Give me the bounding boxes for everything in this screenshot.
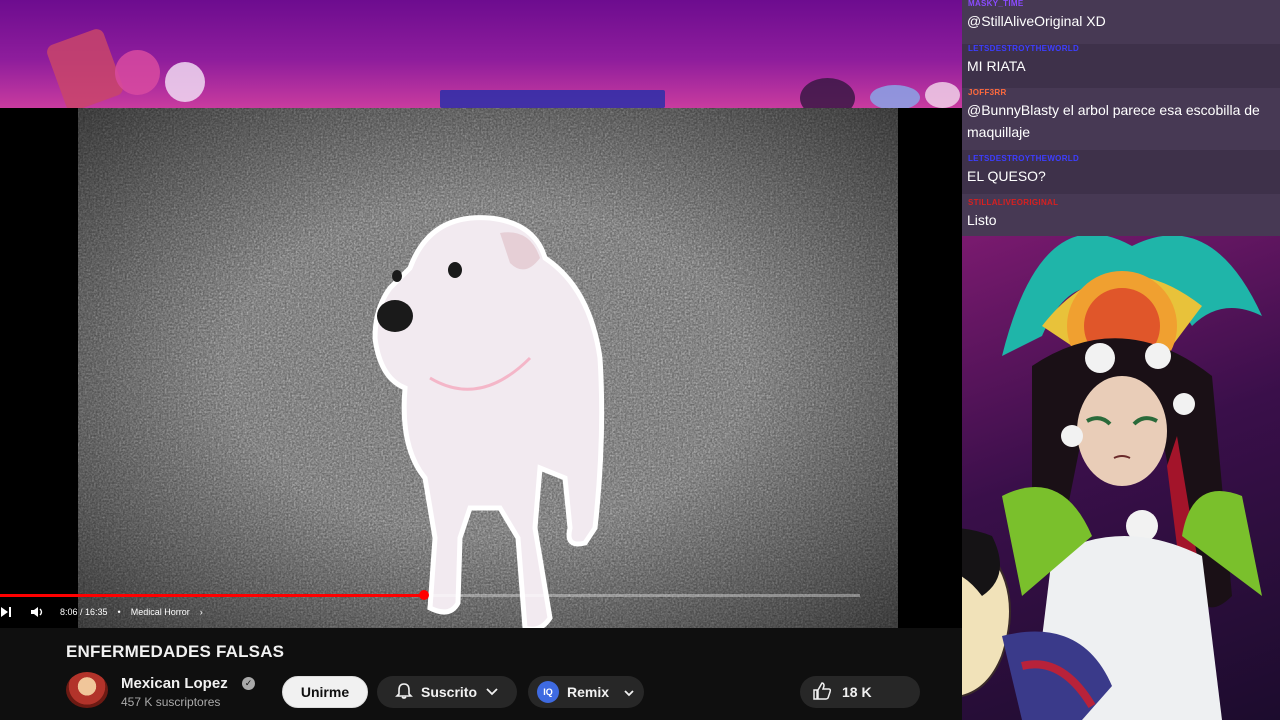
decor-shape [870,85,920,108]
join-button[interactable]: Unirme [282,676,368,708]
chat-message-text: MI RIATA [967,58,1026,74]
player-controls: 8:06 / 16:35 • Medical Horror › [0,603,203,621]
remix-label: Remix [566,684,610,700]
like-button[interactable]: 18 K [800,676,920,708]
remix-icon: IQ [536,681,559,703]
time-display: 8:06 / 16:35 [60,607,108,617]
chat-message: LETSDESTROYTHEWORLD MI RIATA [962,44,1280,88]
chapter-title[interactable]: Medical Horror [131,607,190,617]
bell-icon [395,682,413,703]
play-icon[interactable] [0,606,12,618]
subscriber-count: 457 K suscriptores [121,695,221,709]
chevron-down-icon [485,684,499,700]
thumbs-up-icon [812,681,832,703]
progress-played [0,594,424,597]
chat-username[interactable]: MASKY_TIME [968,0,1023,8]
decor-shape [925,82,960,108]
decor-shape [115,50,160,95]
verified-icon: ✓ [242,677,255,690]
dog-image [372,215,605,628]
subscribed-label: Suscrito [420,684,477,700]
chat-message-text: @BunnyBlasty el arbol parece esa escobil… [967,102,1260,140]
video-title: ENFERMEDADES FALSAS [66,642,285,661]
stream-background [0,0,962,108]
chat-message-text: EL QUESO? [967,168,1046,184]
chat-message: LETSDESTROYTHEWORLD EL QUESO? [962,150,1280,194]
join-label: Unirme [300,684,350,700]
decor-shape [440,90,665,108]
video-player[interactable] [0,108,962,628]
chat-message: MASKY_TIME @StillAliveOriginal XD [962,0,1280,44]
vtuber-avatar-art [962,236,1262,720]
decor-shape [44,26,126,108]
chapter-dot: • [117,607,121,617]
channel-name[interactable]: Mexican Lopez [121,675,228,692]
chat-username[interactable]: LETSDESTROYTHEWORLD [968,154,1079,163]
progress-scrubber[interactable] [419,590,429,600]
vtuber-overlay [962,236,1280,720]
chevron-down-icon [623,684,635,700]
decor-shape [800,78,855,108]
like-count: 18 K [842,684,872,700]
chat-message: STILLALIVEORIGINAL Listo [962,194,1280,236]
chat-message-text: Listo [967,212,997,228]
chat-username[interactable]: LETSDESTROYTHEWORLD [968,44,1079,53]
chat-message-text: @StillAliveOriginal XD [967,13,1106,29]
volume-icon[interactable] [30,606,44,618]
chevron-right-icon[interactable]: › [200,607,203,617]
decor-shape [165,62,205,102]
chat-message: JOFF3RR @BunnyBlasty el arbol parece esa … [962,88,1280,150]
channel-avatar[interactable] [66,672,108,708]
remix-button[interactable]: IQ Remix [528,676,644,708]
chat-username[interactable]: STILLALIVEORIGINAL [968,198,1058,207]
subscribed-button[interactable]: Suscrito [377,676,517,708]
chat-username[interactable]: JOFF3RR [968,88,1007,97]
